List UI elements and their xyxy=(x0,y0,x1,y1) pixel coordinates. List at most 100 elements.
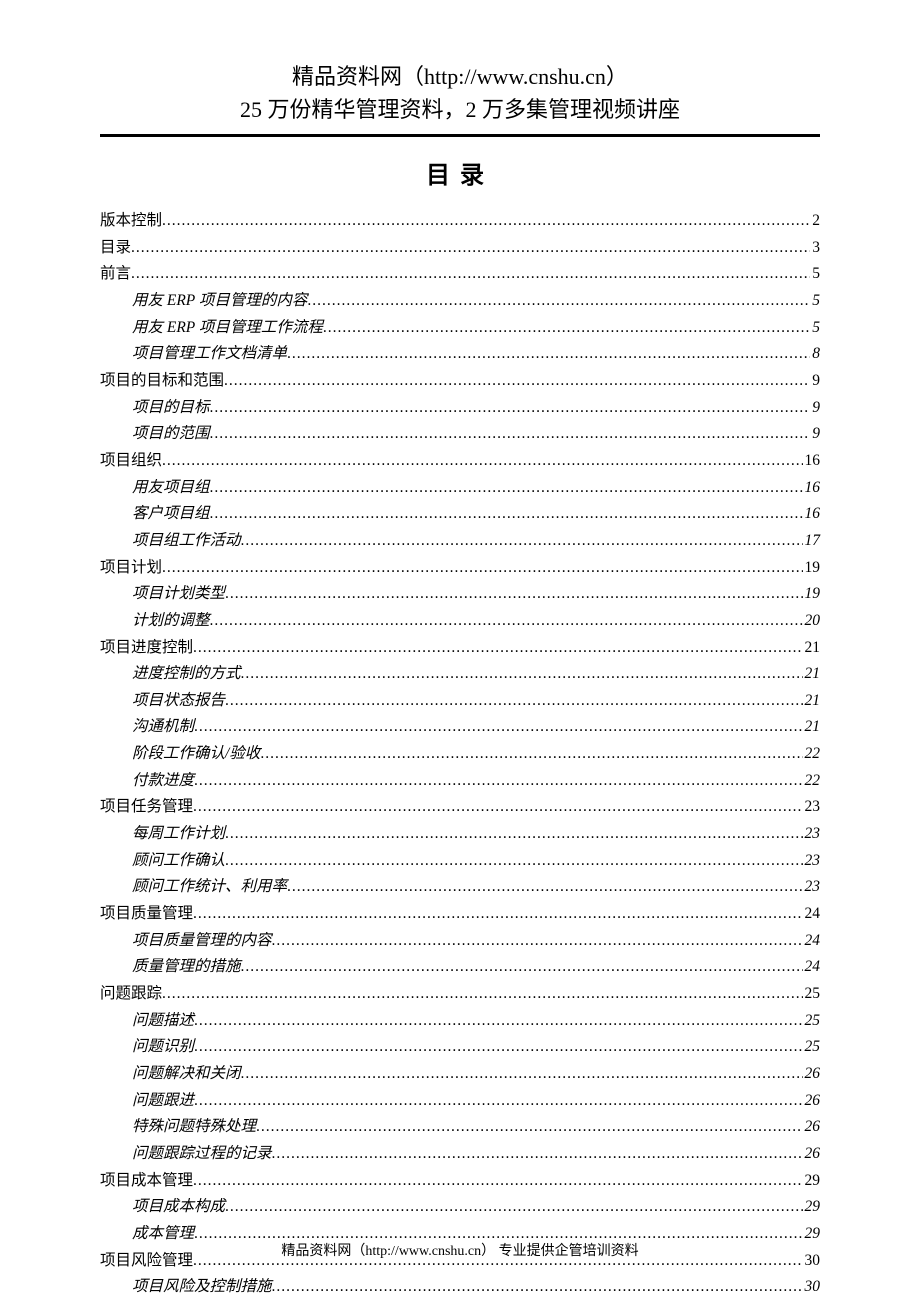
toc-entry[interactable]: 客户项目组16 xyxy=(100,501,820,528)
toc-entry[interactable]: 顾问工作确认23 xyxy=(100,848,820,875)
toc-leader-dots xyxy=(193,794,802,821)
toc-entry-page: 26 xyxy=(803,1088,821,1115)
toc-entry[interactable]: 问题跟踪过程的记录26 xyxy=(100,1141,820,1168)
toc-entry-page: 16 xyxy=(803,475,821,502)
toc-entry-page: 26 xyxy=(803,1061,821,1088)
toc-entry-label: 用友 ERP 项目管理的内容 xyxy=(132,288,307,315)
toc-entry-label: 项目质量管理 xyxy=(100,901,193,928)
toc-entry-label: 问题跟踪过程的记录 xyxy=(132,1141,272,1168)
toc-entry-page: 22 xyxy=(803,768,821,795)
toc-entry[interactable]: 项目风险及控制措施30 xyxy=(100,1274,820,1301)
toc-entry-page: 29 xyxy=(803,1168,821,1195)
toc-entry[interactable]: 问题识别 25 xyxy=(100,1034,820,1061)
toc-entry-label: 项目的目标和范围 xyxy=(100,368,224,395)
toc-entry[interactable]: 问题描述25 xyxy=(100,1008,820,1035)
header-site-name: 精品资料网（http://www.cnshu.cn） xyxy=(100,60,820,93)
page-footer: 精品资料网（http://www.cnshu.cn） 专业提供企管培训资料 xyxy=(0,1240,920,1260)
toc-entry[interactable]: 版本控制 2 xyxy=(100,208,820,235)
toc-entry-page: 16 xyxy=(803,448,821,475)
toc-leader-dots xyxy=(225,821,802,848)
toc-leader-dots xyxy=(241,661,803,688)
toc-entry[interactable]: 用友 ERP 项目管理工作流程 5 xyxy=(100,315,820,342)
toc-entry-page: 25 xyxy=(803,1008,821,1035)
toc-leader-dots xyxy=(194,1088,802,1115)
header-tagline: 25 万份精华管理资料，2 万多集管理视频讲座 xyxy=(100,93,820,126)
toc-leader-dots xyxy=(287,341,810,368)
toc-entry[interactable]: 项目成本构成29 xyxy=(100,1194,820,1221)
toc-entry[interactable]: 问题跟踪25 xyxy=(100,981,820,1008)
toc-entry-label: 项目组工作活动 xyxy=(132,528,241,555)
toc-entry-label: 问题识别 xyxy=(132,1034,194,1061)
toc-entry-label: 版本控制 xyxy=(100,208,162,235)
toc-entry[interactable]: 项目计划19 xyxy=(100,555,820,582)
toc-leader-dots xyxy=(193,635,802,662)
toc-leader-dots xyxy=(225,848,802,875)
toc-entry[interactable]: 项目任务管理23 xyxy=(100,794,820,821)
toc-entry-page: 30 xyxy=(803,1274,821,1301)
toc-leader-dots xyxy=(241,1061,803,1088)
toc-entry[interactable]: 质量管理的措施24 xyxy=(100,954,820,981)
toc-entry-page: 9 xyxy=(810,395,820,422)
toc-entry-label: 顾问工作统计、利用率 xyxy=(132,874,287,901)
toc-entry[interactable]: 项目质量管理的内容24 xyxy=(100,928,820,955)
toc-entry-label: 质量管理的措施 xyxy=(132,954,241,981)
toc-entry[interactable]: 进度控制的方式21 xyxy=(100,661,820,688)
toc-entry-label: 阶段工作确认/验收 xyxy=(132,741,260,768)
toc-entry[interactable]: 付款进度 22 xyxy=(100,768,820,795)
toc-entry-page: 21 xyxy=(803,714,821,741)
toc-entry[interactable]: 项目计划类型19 xyxy=(100,581,820,608)
toc-entry-label: 项目的目标 xyxy=(132,395,210,422)
toc-entry-page: 21 xyxy=(803,635,821,662)
toc-entry-label: 用友 ERP 项目管理工作流程 xyxy=(132,315,323,342)
toc-entry[interactable]: 项目的目标和范围 9 xyxy=(100,368,820,395)
toc-entry-page: 2 xyxy=(810,208,820,235)
toc-entry[interactable]: 用友 ERP 项目管理的内容5 xyxy=(100,288,820,315)
toc-entry[interactable]: 项目管理工作文档清单8 xyxy=(100,341,820,368)
page-header: 精品资料网（http://www.cnshu.cn） 25 万份精华管理资料，2… xyxy=(100,60,820,126)
toc-entry[interactable]: 项目状态报告21 xyxy=(100,688,820,715)
toc-leader-dots xyxy=(260,741,802,768)
toc-leader-dots xyxy=(131,261,810,288)
toc-entry-label: 问题跟踪 xyxy=(100,981,162,1008)
toc-leader-dots xyxy=(225,1194,802,1221)
toc-entry-page: 29 xyxy=(803,1194,821,1221)
toc-entry[interactable]: 前言5 xyxy=(100,261,820,288)
toc-entry-page: 23 xyxy=(803,874,821,901)
header-divider xyxy=(100,134,820,137)
toc-entry[interactable]: 项目质量管理24 xyxy=(100,901,820,928)
toc-entry[interactable]: 特殊问题特殊处理26 xyxy=(100,1114,820,1141)
toc-entry[interactable]: 每周工作计划23 xyxy=(100,821,820,848)
toc-entry[interactable]: 项目组织16 xyxy=(100,448,820,475)
toc-entry[interactable]: 项目进度控制21 xyxy=(100,635,820,662)
toc-leader-dots xyxy=(287,874,802,901)
toc-leader-dots xyxy=(241,954,803,981)
document-page: 精品资料网（http://www.cnshu.cn） 25 万份精华管理资料，2… xyxy=(0,0,920,1302)
toc-title: 目录 xyxy=(100,155,820,190)
toc-entry[interactable]: 项目的目标 9 xyxy=(100,395,820,422)
toc-entry[interactable]: 沟通机制 21 xyxy=(100,714,820,741)
toc-entry[interactable]: 计划的调整20 xyxy=(100,608,820,635)
toc-entry-page: 5 xyxy=(810,315,820,342)
toc-entry-label: 目录 xyxy=(100,235,131,262)
toc-leader-dots xyxy=(194,1008,802,1035)
toc-entry-label: 顾问工作确认 xyxy=(132,848,225,875)
toc-entry-label: 沟通机制 xyxy=(132,714,194,741)
toc-leader-dots xyxy=(225,581,802,608)
toc-leader-dots xyxy=(210,501,803,528)
toc-entry[interactable]: 目录3 xyxy=(100,235,820,262)
toc-entry[interactable]: 问题跟进 26 xyxy=(100,1088,820,1115)
toc-entry-page: 9 xyxy=(810,368,820,395)
toc-entry-page: 25 xyxy=(803,1034,821,1061)
toc-entry[interactable]: 项目成本管理29 xyxy=(100,1168,820,1195)
toc-entry[interactable]: 问题解决和关闭26 xyxy=(100,1061,820,1088)
toc-entry[interactable]: 项目组工作活动17 xyxy=(100,528,820,555)
toc-entry[interactable]: 阶段工作确认/验收22 xyxy=(100,741,820,768)
toc-entry[interactable]: 项目的范围9 xyxy=(100,421,820,448)
toc-entry-label: 问题跟进 xyxy=(132,1088,194,1115)
toc-leader-dots xyxy=(194,714,802,741)
toc-entry-page: 8 xyxy=(810,341,820,368)
toc-entry[interactable]: 用友项目组16 xyxy=(100,475,820,502)
toc-entry-label: 付款进度 xyxy=(132,768,194,795)
toc-leader-dots xyxy=(131,235,810,262)
toc-entry[interactable]: 顾问工作统计、利用率 23 xyxy=(100,874,820,901)
